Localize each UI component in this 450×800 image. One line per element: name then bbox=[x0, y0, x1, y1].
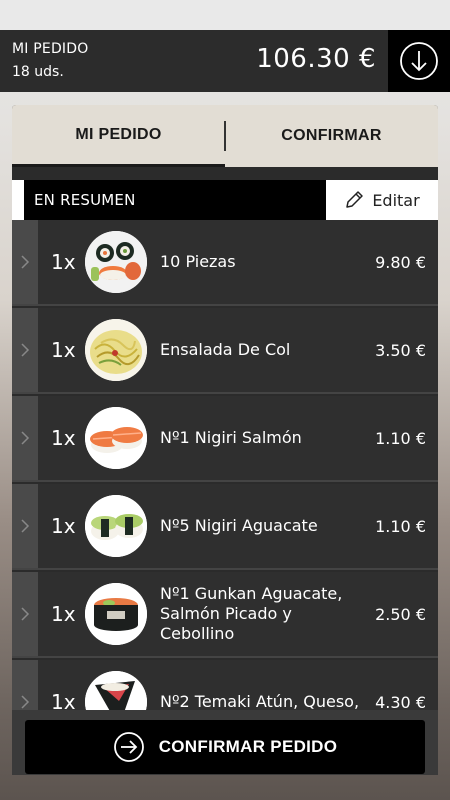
item-image bbox=[85, 495, 147, 557]
item-name: Ensalada De Col bbox=[160, 340, 291, 359]
confirm-order-label: CONFIRMAR PEDIDO bbox=[158, 737, 338, 756]
row-handle[interactable] bbox=[12, 660, 38, 710]
chevron-right-icon bbox=[21, 607, 30, 621]
order-total: 106.30 € bbox=[256, 44, 376, 74]
chevron-right-icon bbox=[21, 343, 30, 357]
item-price: 3.50 € bbox=[375, 340, 426, 360]
row-handle[interactable] bbox=[12, 484, 38, 568]
list-item[interactable]: 1x 10 Piezas 9.80 € bbox=[12, 220, 438, 306]
item-price: 2.50 € bbox=[375, 604, 426, 624]
summary-accent bbox=[12, 180, 24, 220]
order-header: MI PEDIDO 18 uds. 106.30 € bbox=[0, 30, 450, 92]
chevron-right-icon bbox=[21, 255, 30, 269]
order-title: MI PEDIDO bbox=[12, 41, 89, 57]
item-image bbox=[85, 671, 147, 710]
item-quantity: 1x bbox=[51, 690, 76, 710]
summary-bar: EN RESUMEN Editar bbox=[12, 180, 438, 220]
item-name: Nº1 Gunkan Aguacate, Salmón Picado y Ceb… bbox=[160, 584, 343, 643]
item-name: Nº1 Nigiri Salmón bbox=[160, 428, 302, 447]
tab-mi-pedido[interactable]: MI PEDIDO bbox=[12, 105, 225, 167]
item-name: Nº5 Nigiri Aguacate bbox=[160, 516, 318, 535]
item-price: 1.10 € bbox=[375, 516, 426, 536]
order-unit-count: 18 uds. bbox=[12, 64, 64, 80]
chevron-right-icon bbox=[21, 695, 30, 709]
item-quantity: 1x bbox=[51, 338, 76, 362]
item-price: 9.80 € bbox=[375, 252, 426, 272]
order-panel: MI PEDIDO CONFIRMAR EN RESUMEN Editar 1x bbox=[12, 105, 438, 775]
tab-confirmar[interactable]: CONFIRMAR bbox=[225, 105, 438, 167]
tab-bar: MI PEDIDO CONFIRMAR bbox=[12, 105, 438, 167]
row-handle[interactable] bbox=[12, 308, 38, 392]
row-handle[interactable] bbox=[12, 220, 38, 304]
download-button[interactable] bbox=[388, 30, 450, 92]
list-item[interactable]: 1x Nº5 Nigiri Aguacate 1.10 € bbox=[12, 484, 438, 570]
row-handle[interactable] bbox=[12, 396, 38, 480]
item-quantity: 1x bbox=[51, 426, 76, 450]
row-handle[interactable] bbox=[12, 572, 38, 656]
chevron-right-icon bbox=[21, 519, 30, 533]
item-price: 4.30 € bbox=[375, 692, 426, 711]
status-bar bbox=[0, 0, 450, 30]
list-item[interactable]: 1x Nº2 Temaki Atún, Queso, 4.30 € bbox=[12, 660, 438, 710]
chevron-right-icon bbox=[21, 431, 30, 445]
list-item[interactable]: 1x Ensalada De Col 3.50 € bbox=[12, 308, 438, 394]
item-name: 10 Piezas bbox=[160, 252, 236, 271]
item-quantity: 1x bbox=[51, 602, 76, 626]
arrow-down-circle-icon bbox=[400, 42, 438, 80]
arrow-right-circle-icon bbox=[113, 732, 144, 762]
item-name: Nº2 Temaki Atún, Queso, bbox=[160, 692, 360, 710]
pencil-icon bbox=[346, 191, 364, 208]
list-item[interactable]: 1x Nº1 Nigiri Salmón 1.10 € bbox=[12, 396, 438, 482]
item-quantity: 1x bbox=[51, 514, 76, 538]
edit-label: Editar bbox=[372, 190, 420, 210]
item-image bbox=[85, 583, 147, 645]
item-image bbox=[85, 231, 147, 293]
item-quantity: 1x bbox=[51, 250, 76, 274]
bottom-bar: CONFIRMAR PEDIDO bbox=[12, 710, 438, 775]
item-image bbox=[85, 319, 147, 381]
order-item-list: 1x 10 Piezas 9.80 € 1x Ensalada De Col 3… bbox=[12, 220, 438, 710]
confirm-order-button[interactable]: CONFIRMAR PEDIDO bbox=[25, 720, 425, 774]
item-image bbox=[85, 407, 147, 469]
summary-label: EN RESUMEN bbox=[34, 191, 136, 209]
edit-button[interactable]: Editar bbox=[326, 180, 438, 220]
list-item[interactable]: 1x Nº1 Gunkan Aguacate, Salmón Picado y … bbox=[12, 572, 438, 658]
item-price: 1.10 € bbox=[375, 428, 426, 448]
